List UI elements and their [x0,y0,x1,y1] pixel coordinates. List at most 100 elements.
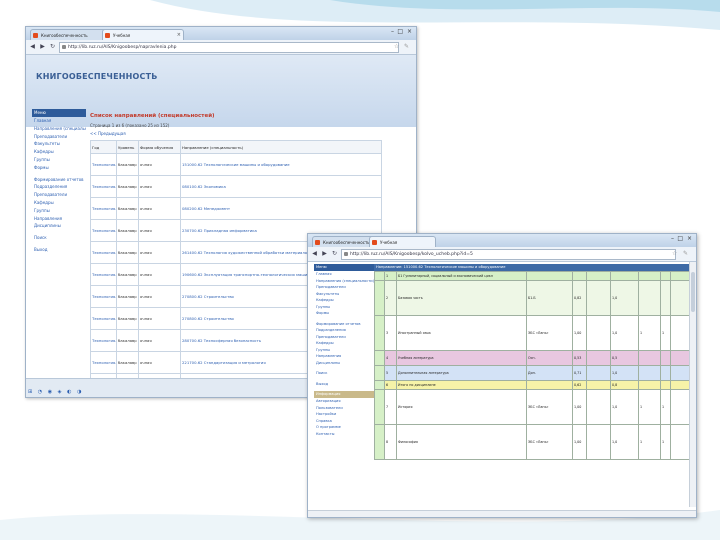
discipline-name-cell[interactable]: Итого по дисциплине [396,380,527,390]
table-cell: 0,71 [572,365,587,381]
sidebar-item[interactable]: Преподаватели [32,133,86,141]
table-cell[interactable]: Технология... [90,307,117,330]
close-window-icon[interactable]: × [687,235,692,242]
sidebar-item[interactable]: Контакты [314,431,374,438]
sidebar-item[interactable]: Поиск [32,234,86,242]
table-cell [586,315,611,351]
discipline-name-cell[interactable]: Философия [396,424,527,460]
sidebar-item[interactable]: Группы [32,207,86,215]
sidebar-item[interactable]: Факультеты [32,140,86,148]
table-cell[interactable]: Технология... [90,175,117,198]
back-icon[interactable]: ◀ [310,249,319,258]
horizontal-scrollbar[interactable] [308,510,696,517]
wrench-icon[interactable]: ✎ [404,42,409,51]
url-input[interactable]: http://lib.ruz.ru/AIS/Knigoobesp/kolvo_u… [341,249,676,260]
table-cell [374,350,385,366]
pagination-link[interactable]: << Предыдущая [90,131,382,136]
table-cell[interactable]: Технология... [90,329,117,352]
discipline-name-cell[interactable]: Иностранный язык [396,315,527,351]
table-cell: бакалавр [116,307,139,330]
sidebar-item[interactable]: Группы [32,156,86,164]
discipline-name-cell[interactable]: История [396,389,527,425]
table-row: 7 История ЭБС «Лань» 1,00 1,0 1 1 [374,389,690,425]
taskbar-icons[interactable]: ⊞ ◔ ◉ ◈ ◐ ◑ [28,389,83,395]
table-cell [638,365,661,381]
close-window-icon[interactable]: × [407,28,412,35]
table-cell: Осн. [526,350,573,366]
table-cell: очная [138,241,181,264]
column-header[interactable]: Форма обучения [138,140,181,154]
table-row: 2 Базовая часть Б1.Б 0,82 1,0 [374,280,690,316]
table-cell [670,350,690,366]
url-input[interactable]: http://lib.ruz.ru/AIS/Knigoobesp/napravl… [59,42,399,53]
table-cell [660,350,671,366]
table-cell: 1 [660,424,671,460]
table-cell: бакалавр [116,153,139,176]
info-header: Информация [314,391,374,398]
table-cell[interactable]: 080100.62 Экономика [180,175,382,198]
table-cell: 7 [384,389,397,425]
star-icon[interactable]: ☆ [394,42,399,51]
sidebar-item[interactable]: Дисциплины [32,222,86,230]
table-cell: очная [138,307,181,330]
table-cell [670,380,690,390]
sidebar: Меню Главная Направления (специальности)… [32,109,86,254]
discipline-name-cell[interactable]: Учебная литература [396,350,527,366]
maximize-icon[interactable]: □ [677,235,683,242]
wrench-icon[interactable]: ✎ [683,249,688,258]
table-cell [586,380,611,390]
column-header[interactable]: Уровень [116,140,139,154]
sidebar-item[interactable]: Выход [32,246,86,254]
reload-icon[interactable]: ↻ [48,42,57,51]
sidebar-item[interactable]: Главная [32,117,86,125]
table-cell: 1,0 [610,389,639,425]
table-cell: бакалавр [116,197,139,220]
page-icon [344,252,348,256]
sidebar-item[interactable]: Преподаватели [32,191,86,199]
table-cell: бакалавр [116,219,139,242]
table-cell [586,280,611,316]
table-cell[interactable]: Технология... [90,241,117,264]
table-cell: очная [138,351,181,374]
table-cell[interactable]: Технология... [90,197,117,220]
table-cell [638,271,661,281]
scrollbar-thumb[interactable] [691,272,695,312]
sidebar-item[interactable]: Подразделения [32,183,86,191]
discipline-name-cell[interactable]: Базовая часть [396,280,527,316]
discipline-name-cell[interactable]: Дополнительная литература [396,365,527,381]
table-cell[interactable]: Технология... [90,351,117,374]
forward-icon[interactable]: ▶ [38,42,47,51]
table-cell: ЭБС «Лань» [526,389,573,425]
column-header[interactable]: Год [90,140,117,154]
maximize-icon[interactable]: □ [397,28,403,35]
table-cell [374,365,385,381]
table-cell[interactable]: Технология... [90,153,117,176]
table-cell: 6 [384,380,397,390]
sidebar-item[interactable]: Формирование отчетов [32,176,86,184]
table-cell [572,271,587,281]
table-cell[interactable]: 080200.62 Менеджмент [180,197,382,220]
minimize-icon[interactable]: – [671,235,674,242]
table-cell[interactable]: Технология... [90,263,117,286]
vertical-scrollbar[interactable] [689,262,696,507]
table-cell[interactable]: Технология... [90,285,117,308]
sidebar-item[interactable]: Кафедры [32,199,86,207]
table-cell: Б1.Б [526,280,573,316]
minimize-icon[interactable]: – [391,28,394,35]
table-cell [670,365,690,381]
sidebar-item[interactable]: Направления (специальности) [32,125,86,133]
table-cell: 0,62 [572,380,587,390]
reload-icon[interactable]: ↻ [330,249,339,258]
table-cell [374,389,385,425]
sidebar-item[interactable]: Формы [32,164,86,172]
back-icon[interactable]: ◀ [28,42,37,51]
forward-icon[interactable]: ▶ [320,249,329,258]
table-cell[interactable]: Технология... [90,219,117,242]
table-row: 3 Иностранный язык ЭБС «Лань» 1,00 1,0 1 1 [374,315,690,351]
discipline-name-cell[interactable]: Б1 Гуманитарный, социальный и экономичес… [396,271,527,281]
sidebar-item[interactable]: Кафедры [32,148,86,156]
table-cell[interactable]: 151000.62 Технологические машины и обору… [180,153,382,176]
star-icon[interactable]: ☆ [672,249,677,258]
sidebar-item[interactable]: Направления [32,215,86,223]
column-header[interactable]: Направление (специальность) [180,140,382,154]
